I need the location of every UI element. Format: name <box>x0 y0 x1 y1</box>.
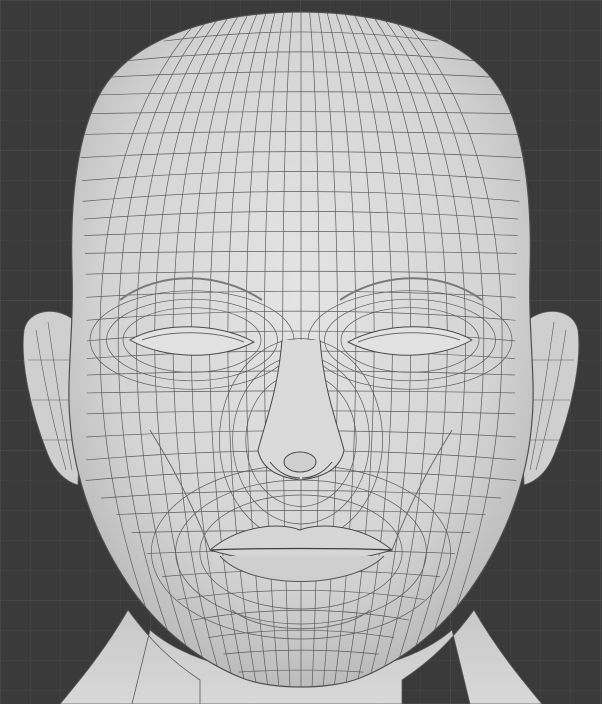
3d-viewport[interactable] <box>0 0 602 704</box>
viewport-canvas[interactable] <box>0 0 602 704</box>
